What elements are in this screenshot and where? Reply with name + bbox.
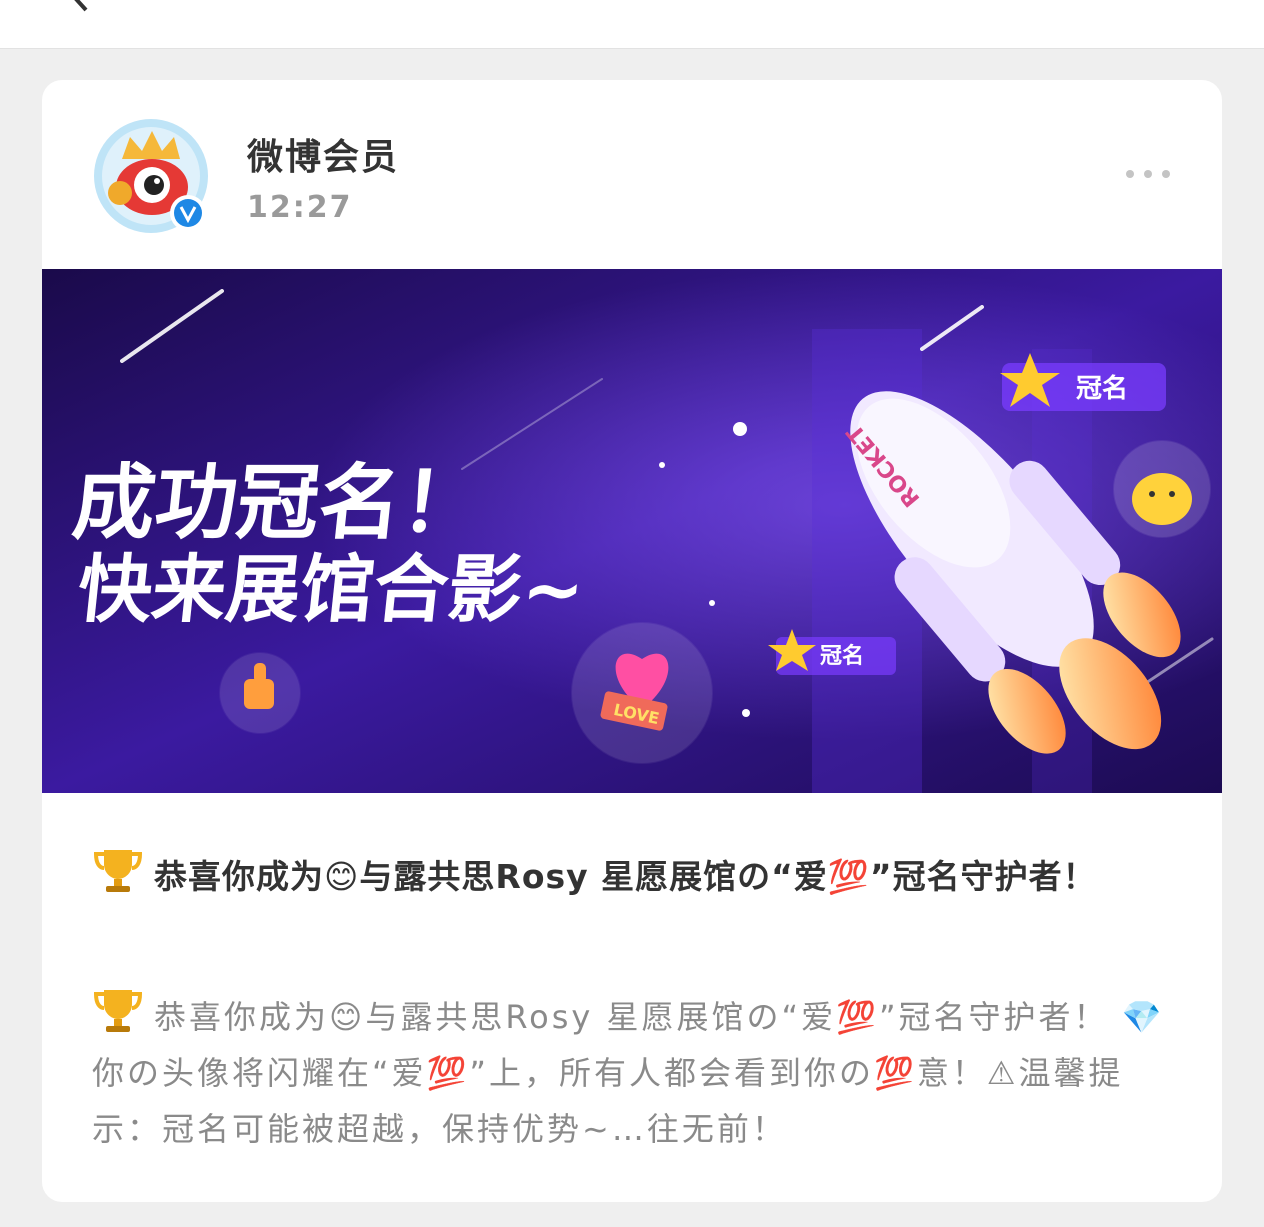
post-headline-text: 恭喜你成为😊与露共思Rosy 星愿展馆の“爱💯”冠名守护者！ xyxy=(154,857,1097,896)
bubble-chick xyxy=(1113,440,1211,538)
back-icon[interactable] xyxy=(68,0,94,12)
post-card: 微博会员 12:27 成功冠名！ 快来展馆合影~ ROCKET 冠名 冠名 LO… xyxy=(42,80,1222,1202)
post-body-text: 恭喜你成为😊与露共思Rosy 星愿展馆の“爱💯”冠名守护者！ 💎 你の头像将闪耀… xyxy=(92,998,1165,1148)
tag-bottom-label: 冠名 xyxy=(820,643,864,669)
post-body: 恭喜你成为😊与露共思Rosy 星愿展馆の“爱💯”冠名守护者！ 💎 你の头像将闪耀… xyxy=(92,986,1172,1157)
post-headline: 恭喜你成为😊与露共思Rosy 星愿展馆の“爱💯”冠名守护者！ xyxy=(92,846,1172,906)
more-icon[interactable] xyxy=(1122,164,1178,184)
bubble-love: LOVE xyxy=(571,622,713,764)
post-time: 12:27 xyxy=(247,190,353,225)
top-bar xyxy=(0,0,1264,49)
banner-title-line2: 快来展馆合影~ xyxy=(74,547,589,633)
trophy-icon xyxy=(93,850,143,892)
trophy-icon xyxy=(93,990,143,1032)
bubble-thumbs xyxy=(219,652,301,734)
author-name[interactable]: 微博会员 xyxy=(247,128,399,180)
verified-icon xyxy=(170,195,206,231)
avatar[interactable] xyxy=(92,117,210,235)
tag-top-label: 冠名 xyxy=(1076,373,1128,404)
banner-title-line1: 成功冠名！ xyxy=(68,456,488,551)
banner-image[interactable]: 成功冠名！ 快来展馆合影~ ROCKET 冠名 冠名 LOVE xyxy=(42,269,1222,793)
